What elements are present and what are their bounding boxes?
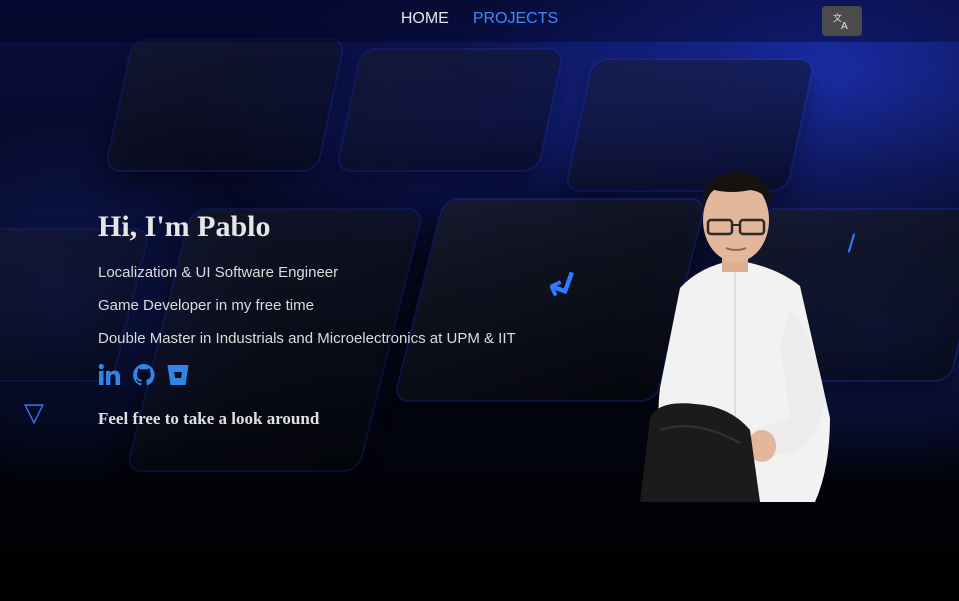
social-links xyxy=(98,363,618,387)
main-nav: HOME PROJECTS xyxy=(0,10,959,28)
translate-icon: 文 A xyxy=(833,12,848,30)
nav-home[interactable]: HOME xyxy=(401,10,449,28)
nav-projects[interactable]: PROJECTS xyxy=(473,10,558,28)
profile-photo xyxy=(640,168,835,502)
tagline: Feel free to take a look around xyxy=(98,409,320,428)
page-title: Hi, I'm Pablo xyxy=(98,210,271,243)
github-icon[interactable] xyxy=(132,363,156,387)
background-key xyxy=(337,50,563,170)
svg-text:A: A xyxy=(841,21,848,30)
bitbucket-icon[interactable] xyxy=(166,363,190,387)
hobby-line: Game Developer in my free time xyxy=(98,297,314,314)
linkedin-icon[interactable] xyxy=(98,363,122,387)
hero-section: Hi, I'm Pablo Localization & UI Software… xyxy=(98,210,618,429)
key-glyph-icon: ▽ xyxy=(24,398,44,428)
translate-button[interactable]: 文 A xyxy=(822,6,862,36)
role-line: Localization & UI Software Engineer xyxy=(98,264,339,281)
education-line: Double Master in Industrials and Microel… xyxy=(98,330,516,347)
background-key xyxy=(106,40,344,170)
